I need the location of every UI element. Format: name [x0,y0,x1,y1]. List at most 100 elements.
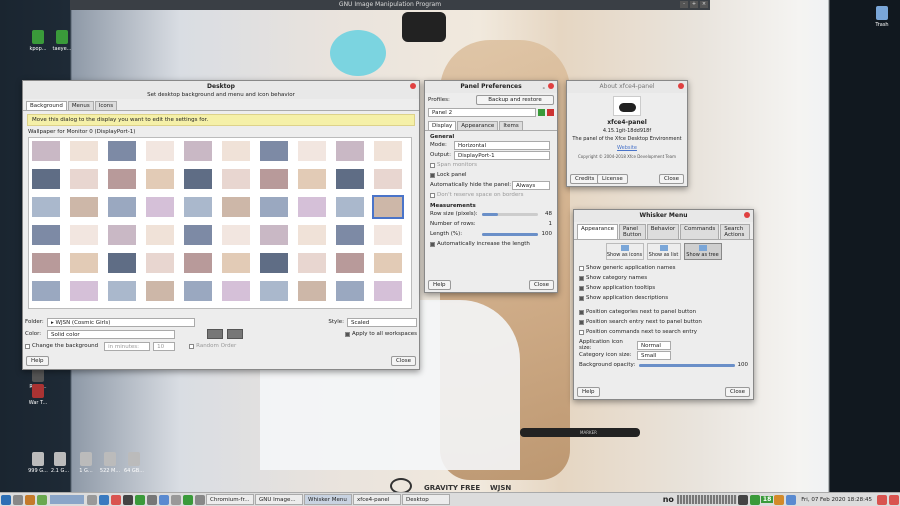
clock[interactable]: Fri, 07 Feb 2020 18:28:45 [801,497,872,503]
tab-commands[interactable]: Commands [680,224,720,239]
tab-behavior[interactable]: Behavior [646,224,680,239]
wallpaper-thumbnail[interactable] [374,253,402,273]
terminal-icon[interactable] [13,494,23,505]
autohide-select[interactable]: Always [512,180,550,190]
launcher-icon[interactable] [99,494,109,505]
task-chromium[interactable]: Chromium-fr... [206,494,254,505]
tab-menus[interactable]: Menus [67,101,94,110]
wallpaper-thumbnail[interactable] [108,141,136,161]
wallpaper-thumbnail[interactable] [298,225,326,245]
view-list-button[interactable]: Show as list [646,243,681,260]
launcher-icon[interactable] [195,494,205,505]
browser-icon[interactable] [111,494,121,505]
wallpaper-thumbnail[interactable] [298,141,326,161]
wallpaper-thumbnail[interactable] [184,281,212,301]
max-icon[interactable]: + [690,1,698,8]
wallpaper-thumbnail[interactable] [298,253,326,273]
remove-panel-icon[interactable] [547,108,554,116]
view-icons-button[interactable]: Show as icons [605,243,644,260]
option-checkbox[interactable] [579,275,584,281]
credits-button[interactable]: Credits [570,174,600,184]
whisker-option[interactable]: Position commands next to search entry [579,327,748,337]
min-icon[interactable]: - [680,1,688,8]
wallpaper-thumbnail[interactable] [336,225,364,245]
task-gimp[interactable]: GNU Image... [255,494,303,505]
volume-icon[interactable] [774,494,785,505]
wallpaper-thumbnail[interactable] [222,225,250,245]
auto-increase-checkbox[interactable] [430,241,435,247]
launcher-icon[interactable] [171,494,181,505]
whisker-option[interactable]: Position search entry next to panel butt… [579,317,748,327]
wallpaper-thumbnail[interactable] [108,169,136,189]
wallpaper-thumbnail[interactable] [222,281,250,301]
close-icon[interactable]: × [700,1,708,8]
close-button[interactable]: Close [529,280,554,290]
workspace-switcher[interactable] [50,495,84,504]
website-link[interactable]: Website [567,145,687,151]
logout-icon[interactable] [889,494,899,505]
launcher-icon[interactable] [123,494,133,505]
wallpaper-thumbnail[interactable] [184,225,212,245]
close-icon[interactable] [678,83,684,89]
whisker-option[interactable]: Show category names [579,273,748,283]
wallpaper-thumbnail[interactable] [336,253,364,273]
wallpaper-thumbnail[interactable] [260,197,288,217]
wallpaper-thumbnail[interactable] [32,141,60,161]
wallpaper-thumbnail[interactable] [70,253,98,273]
wallpaper-thumbnail[interactable] [70,169,98,189]
wallpaper-thumbnail[interactable] [336,169,364,189]
wallpaper-thumbnail[interactable] [146,197,174,217]
close-icon[interactable] [548,83,554,89]
power-icon[interactable] [877,494,887,505]
wallpaper-thumbnail[interactable] [222,141,250,161]
wallpaper-thumbnail[interactable] [32,225,60,245]
gimp-titlebar[interactable]: GNU Image Manipulation Program - + × [70,0,710,10]
package-icon[interactable] [749,494,760,505]
launcher-icon[interactable] [159,494,169,505]
row-size-slider[interactable] [482,212,538,216]
launcher-icon[interactable] [183,494,193,505]
interval-input[interactable]: 10 [153,341,176,351]
wallpaper-thumbnail[interactable] [260,253,288,273]
wallpaper-thumbnail[interactable] [146,225,174,245]
wallpaper-thumbnail[interactable] [184,141,212,161]
task-whisker[interactable]: Whisker Menu [304,494,352,505]
drive-icon-5[interactable]: 64 GB... [114,452,154,474]
wallpaper-thumbnail[interactable] [374,281,402,301]
wallpaper-thumbnail[interactable] [222,169,250,189]
view-tree-button[interactable]: Show as tree [683,243,722,260]
editor-icon[interactable] [37,494,47,505]
desktop-icon-war[interactable]: War T... [18,384,58,406]
option-checkbox[interactable] [579,309,584,315]
wallpaper-thumbnail[interactable] [374,141,402,161]
wallpaper-thumbnail[interactable] [374,225,402,245]
files-icon[interactable] [25,494,35,505]
wallpaper-thumbnail[interactable] [32,253,60,273]
wallpaper-thumbnail[interactable] [70,141,98,161]
cat-icon-size-select[interactable]: Small [637,350,671,360]
wallpaper-thumbnail[interactable] [108,253,136,273]
wallpaper-thumbnail[interactable] [146,169,174,189]
wallpaper-thumbnail[interactable] [32,197,60,217]
color-swatch-2[interactable] [227,329,243,339]
wallpaper-thumbnail[interactable] [336,281,364,301]
wallpaper-thumbnail[interactable] [374,169,402,189]
min-icon[interactable]: - [543,83,546,95]
close-button[interactable]: Close [391,356,416,366]
wallpaper-thumbnail[interactable] [32,169,60,189]
mode-select[interactable]: Horizontal [454,140,550,150]
license-button[interactable]: License [597,174,628,184]
whisker-option[interactable]: Show generic application names [579,263,748,273]
tab-appearance[interactable]: Appearance [457,121,499,130]
wallpaper-thumbnail[interactable] [298,281,326,301]
option-checkbox[interactable] [579,319,584,325]
updates-badge[interactable]: 18 [760,496,774,503]
whisker-option[interactable]: Show application descriptions [579,293,748,303]
wallpaper-thumbnail[interactable] [184,197,212,217]
wallpaper-thumbnail[interactable] [260,141,288,161]
color-swatch-1[interactable] [207,329,223,339]
network-icon[interactable] [737,494,748,505]
wallpaper-thumbnail[interactable] [260,225,288,245]
wallpaper-thumbnail[interactable] [32,281,60,301]
help-button[interactable]: Help [428,280,451,290]
